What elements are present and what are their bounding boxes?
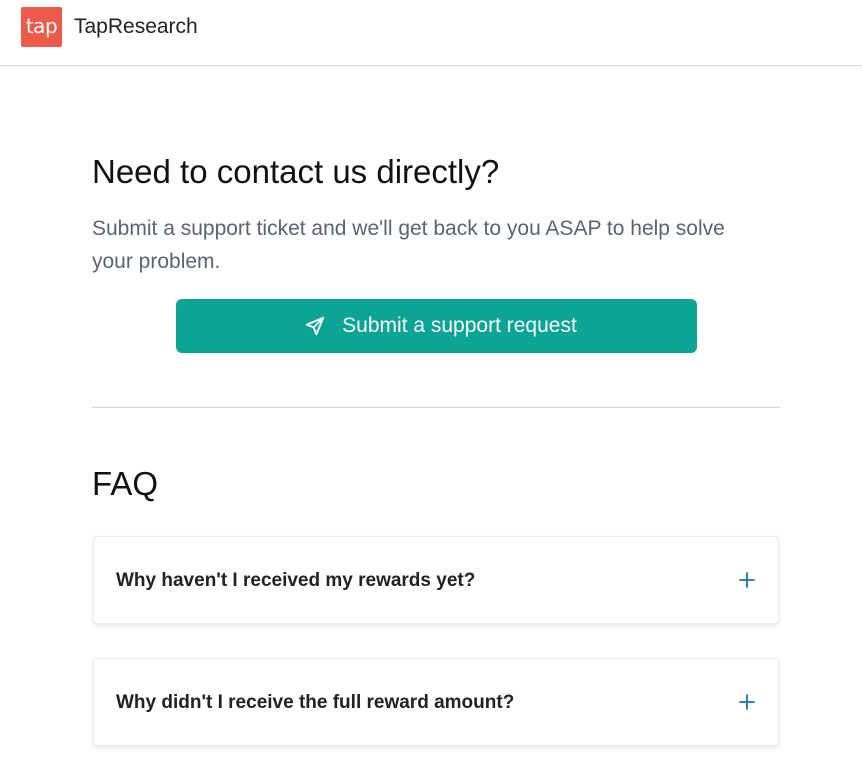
top-header: tap TapResearch: [0, 0, 862, 66]
submit-support-request-button[interactable]: Submit a support request: [176, 299, 697, 353]
brand-name[interactable]: TapResearch: [74, 12, 198, 42]
contact-description: Submit a support ticket and we'll get ba…: [92, 217, 725, 273]
faq-question: Why haven't I received my rewards yet?: [116, 570, 476, 591]
send-icon: [304, 315, 326, 337]
contact-heading: Need to contact us directly?: [92, 153, 500, 190]
plus-icon[interactable]: [738, 571, 756, 589]
logo-text: tap: [25, 14, 58, 38]
faq-heading: FAQ: [92, 465, 159, 502]
submit-support-request-label: Submit a support request: [342, 314, 577, 337]
plus-icon[interactable]: [738, 693, 756, 711]
section-divider: [92, 407, 780, 408]
faq-item-full-reward-amount[interactable]: Why didn't I receive the full reward amo…: [93, 658, 779, 746]
faq-question: Why didn't I receive the full reward amo…: [116, 692, 515, 713]
faq-item-rewards-not-received[interactable]: Why haven't I received my rewards yet?: [93, 536, 779, 624]
tapresearch-logo[interactable]: tap: [21, 7, 62, 47]
